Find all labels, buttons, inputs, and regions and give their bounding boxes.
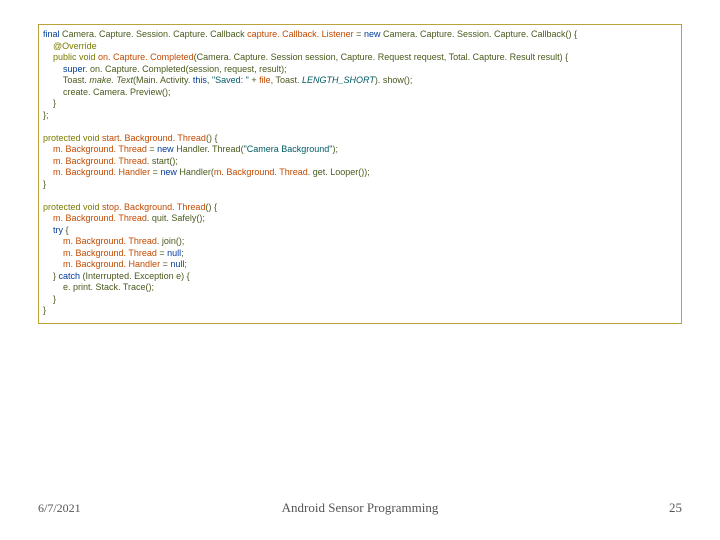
var-name: m. Background. Thread xyxy=(214,167,308,177)
code-text: }; xyxy=(43,110,49,120)
kw-super: super xyxy=(63,64,85,74)
code-text: () { xyxy=(205,202,217,212)
kw-new: new xyxy=(160,167,177,177)
code-text: = xyxy=(150,167,160,177)
code-text: () { xyxy=(206,133,218,143)
kw-new: new xyxy=(157,144,174,154)
code-text: . get. Looper()); xyxy=(308,167,370,177)
code-text: create. Camera. Preview(); xyxy=(63,87,171,97)
code-text: } xyxy=(53,294,56,304)
kw-try: try xyxy=(53,225,63,235)
var-name: m. Background. Thread xyxy=(63,248,157,258)
code-block: final Camera. Capture. Session. Capture.… xyxy=(38,24,682,324)
kw-this: this xyxy=(193,75,207,85)
var-name: m. Background. Thread xyxy=(53,144,147,154)
code-text: . quit. Safely(); xyxy=(147,213,205,223)
const-length-short: LENGTH_SHORT xyxy=(302,75,375,85)
code-text: = xyxy=(147,144,157,154)
var-name: m. Background. Thread xyxy=(53,213,147,223)
var-name: m. Background. Thread xyxy=(53,156,147,166)
footer-page-number: 25 xyxy=(669,500,682,516)
code-text: ). show(); xyxy=(375,75,413,85)
kw-new: new xyxy=(364,29,381,39)
kw-public-void: public void xyxy=(53,52,98,62)
code-text: Handler. Thread( xyxy=(174,144,244,154)
code-text: (Main. Activity. xyxy=(133,75,193,85)
listener-name: capture. Callback. Listener xyxy=(247,29,356,39)
code-text: Camera. Capture. Session. Capture. Callb… xyxy=(380,29,577,39)
code-text: Handler( xyxy=(177,167,214,177)
code-text: . start(); xyxy=(147,156,178,166)
code-text: } xyxy=(43,179,46,189)
code-text: ); xyxy=(333,144,339,154)
code-text: Camera. Capture. Session. Capture. Callb… xyxy=(60,29,248,39)
code-text: { xyxy=(63,225,69,235)
code-text: ; xyxy=(184,259,187,269)
kw-catch: catch xyxy=(59,271,81,281)
code-text: ; xyxy=(181,248,184,258)
code-text: Toast. xyxy=(63,75,90,85)
maketext: make. Text xyxy=(89,75,133,85)
footer-title: Android Sensor Programming xyxy=(0,500,720,516)
code-text: , Toast. xyxy=(271,75,302,85)
kw-public-void: protected void xyxy=(43,133,102,143)
code-text: } xyxy=(43,305,46,315)
method-name: on. Capture. Completed xyxy=(98,52,194,62)
var-name: m. Background. Handler xyxy=(53,167,150,177)
code-text: } xyxy=(53,98,56,108)
code-text: (Camera. Capture. Session session, Captu… xyxy=(194,52,569,62)
string-literal: "Camera Background" xyxy=(244,144,333,154)
code-text: + xyxy=(249,75,259,85)
code-text: . join(); xyxy=(157,236,185,246)
kw-final: final xyxy=(43,29,60,39)
method-name: start. Background. Thread xyxy=(102,133,206,143)
code-text: = xyxy=(356,29,364,39)
annotation-override: @Override xyxy=(53,41,97,51)
kw-null: null xyxy=(170,259,184,269)
var-file: file xyxy=(259,75,271,85)
method-name: stop. Background. Thread xyxy=(102,202,205,212)
var-name: m. Background. Thread xyxy=(63,236,157,246)
code-text: = xyxy=(160,259,170,269)
code-text: . on. Capture. Completed(session, reques… xyxy=(85,64,287,74)
kw-public-void: protected void xyxy=(43,202,102,212)
code-text: e. print. Stack. Trace(); xyxy=(63,282,154,292)
slide: final Camera. Capture. Session. Capture.… xyxy=(0,0,720,540)
var-name: m. Background. Handler xyxy=(63,259,160,269)
code-text: (Interrupted. Exception e) { xyxy=(80,271,190,281)
code-text: = xyxy=(157,248,167,258)
kw-null: null xyxy=(167,248,181,258)
string-literal: "Saved: " xyxy=(212,75,249,85)
